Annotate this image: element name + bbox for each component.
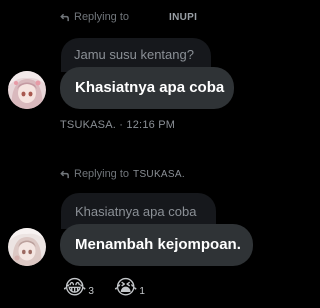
avatar[interactable] bbox=[8, 71, 46, 109]
sender-name[interactable]: TSUKASA. bbox=[60, 119, 116, 131]
reaction-cry[interactable]: 😭 1 bbox=[114, 277, 145, 299]
quoted-text: Khasiatnya apa coba bbox=[75, 204, 197, 219]
replying-label: Replying to bbox=[74, 168, 130, 180]
timestamp: 12:16 PM bbox=[126, 119, 176, 131]
meta-separator: · bbox=[119, 119, 124, 131]
reply-context-2: Replying to TSUKASA. bbox=[59, 168, 185, 180]
reply-arrow-icon bbox=[60, 13, 69, 21]
reply-arrow-icon bbox=[60, 170, 69, 178]
message-meta-1: TSUKASA. · 12:16 PM bbox=[60, 119, 175, 131]
message-bubble-1[interactable]: Khasiatnya apa coba bbox=[60, 67, 234, 109]
avatar[interactable] bbox=[8, 228, 46, 266]
crying-emoji-icon: 😭 bbox=[114, 277, 138, 299]
laughing-emoji-icon: 😂 bbox=[63, 277, 87, 299]
reply-context-1: Replying to INUPI bbox=[59, 11, 197, 23]
avatar-anime-icon bbox=[8, 71, 46, 109]
message-text: Khasiatnya apa coba bbox=[75, 79, 225, 96]
reaction-count: 1 bbox=[139, 285, 145, 297]
message-bubble-2[interactable]: Menambah kejompoan. bbox=[60, 224, 253, 266]
reaction-laugh[interactable]: 😂 3 bbox=[63, 277, 94, 299]
reaction-count: 3 bbox=[88, 285, 94, 297]
quoted-text: Jamu susu kentang? bbox=[74, 47, 194, 62]
replying-to-name[interactable]: TSUKASA. bbox=[133, 169, 185, 180]
avatar-anime-icon bbox=[8, 228, 46, 266]
message-text: Menambah kejompoan. bbox=[75, 236, 241, 253]
replying-to-name[interactable]: INUPI bbox=[169, 12, 197, 23]
replying-label: Replying to bbox=[74, 11, 130, 23]
